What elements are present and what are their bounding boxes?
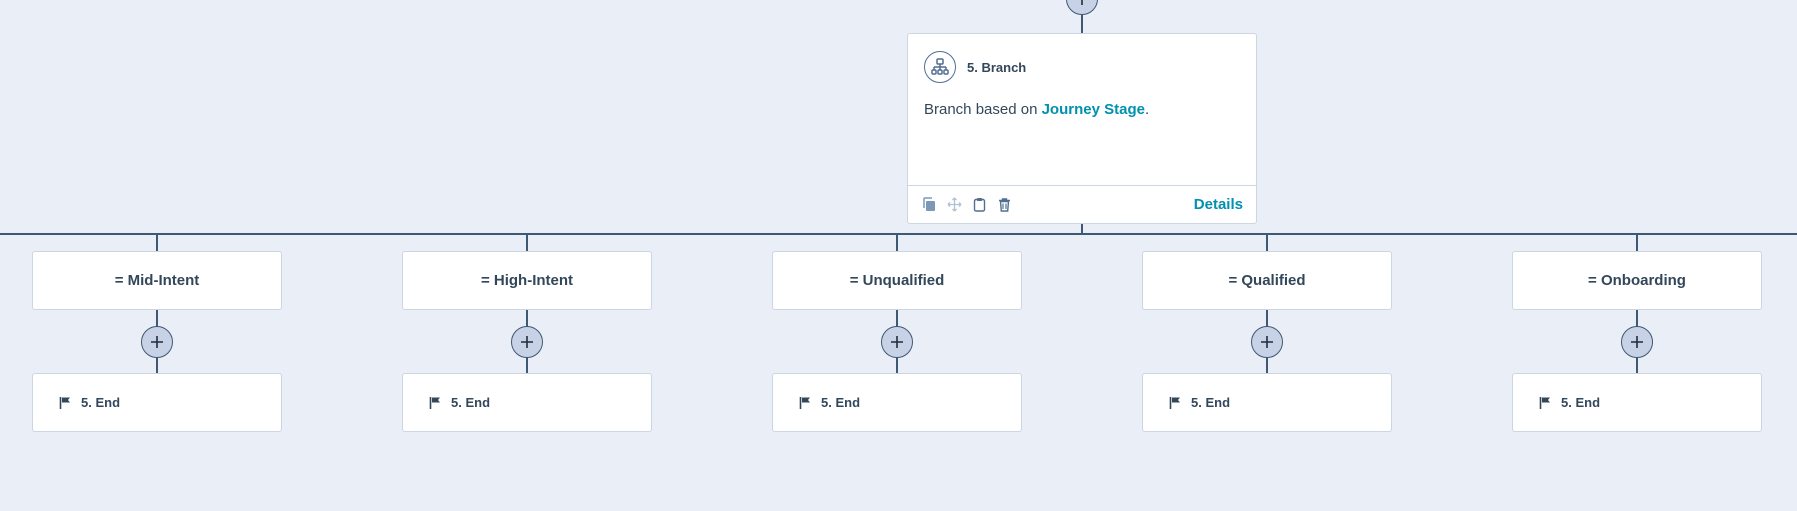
move-icon[interactable] — [947, 197, 962, 212]
trash-icon[interactable] — [997, 197, 1012, 212]
branch-desc-suffix: . — [1144, 101, 1150, 118]
branch-icon — [924, 51, 956, 83]
clipboard-icon[interactable] — [972, 197, 987, 212]
end-label: 5. End — [81, 395, 121, 410]
condition-label: = Onboarding — [1588, 272, 1686, 289]
connector-line — [156, 234, 158, 251]
plus-icon — [1081, 0, 1083, 5]
end-action-card[interactable]: 5. End — [772, 373, 1022, 432]
end-label: 5. End — [451, 395, 491, 410]
condition-label: = High-Intent — [480, 272, 574, 289]
branch-card-footer: Details — [908, 185, 1256, 223]
branch-title: 5. Branch — [967, 59, 1027, 75]
branch-header: 5. Branch — [924, 51, 1026, 83]
condition-label: = Qualified — [1228, 272, 1306, 289]
branch-action-card[interactable]: 5. Branch Branch based on Journey Stage. — [907, 33, 1257, 224]
connector-line — [1636, 234, 1638, 251]
card-toolbar — [922, 197, 1012, 212]
plus-icon — [1261, 336, 1273, 348]
end-action-card[interactable]: 5. End — [1512, 373, 1762, 432]
end-action-card[interactable]: 5. End — [32, 373, 282, 432]
add-step-button-top[interactable] — [1066, 0, 1098, 15]
connector-line — [1081, 15, 1083, 33]
end-label: 5. End — [1191, 395, 1231, 410]
plus-icon — [1631, 336, 1643, 348]
workflow-canvas: 5. Branch Branch based on Journey Stage. — [0, 0, 1797, 511]
flag-icon — [59, 396, 72, 410]
end-action-card[interactable]: 5. End — [1142, 373, 1392, 432]
branch-condition-card[interactable]: = Mid-Intent — [32, 251, 282, 310]
clone-icon[interactable] — [922, 197, 937, 212]
branch-condition-card[interactable]: = High-Intent — [402, 251, 652, 310]
end-action-card[interactable]: 5. End — [402, 373, 652, 432]
branch-desc-prefix: Branch based on — [924, 101, 1042, 118]
condition-label: = Unqualified — [849, 272, 945, 289]
connector-line — [896, 234, 898, 251]
flag-icon — [429, 396, 442, 410]
add-step-button[interactable] — [511, 326, 543, 358]
branch-condition-card[interactable]: = Qualified — [1142, 251, 1392, 310]
plus-icon — [521, 336, 533, 348]
add-step-button[interactable] — [141, 326, 173, 358]
branch-horizontal-line — [0, 233, 1797, 235]
plus-icon — [151, 336, 163, 348]
branch-description: Branch based on Journey Stage. — [924, 101, 1149, 118]
branch-condition-card[interactable]: = Unqualified — [772, 251, 1022, 310]
end-label: 5. End — [821, 395, 861, 410]
add-step-button[interactable] — [1251, 326, 1283, 358]
connector-line — [526, 234, 528, 251]
flag-icon — [1539, 396, 1552, 410]
plus-icon — [891, 336, 903, 348]
details-link[interactable]: Details — [1194, 196, 1243, 213]
add-step-button[interactable] — [1621, 326, 1653, 358]
journey-stage-link[interactable]: Journey Stage — [1042, 101, 1145, 118]
connector-line — [1266, 234, 1268, 251]
branch-condition-card[interactable]: = Onboarding — [1512, 251, 1762, 310]
condition-label: = Mid-Intent — [114, 272, 200, 289]
flag-icon — [799, 396, 812, 410]
end-label: 5. End — [1561, 395, 1601, 410]
add-step-button[interactable] — [881, 326, 913, 358]
flag-icon — [1169, 396, 1182, 410]
